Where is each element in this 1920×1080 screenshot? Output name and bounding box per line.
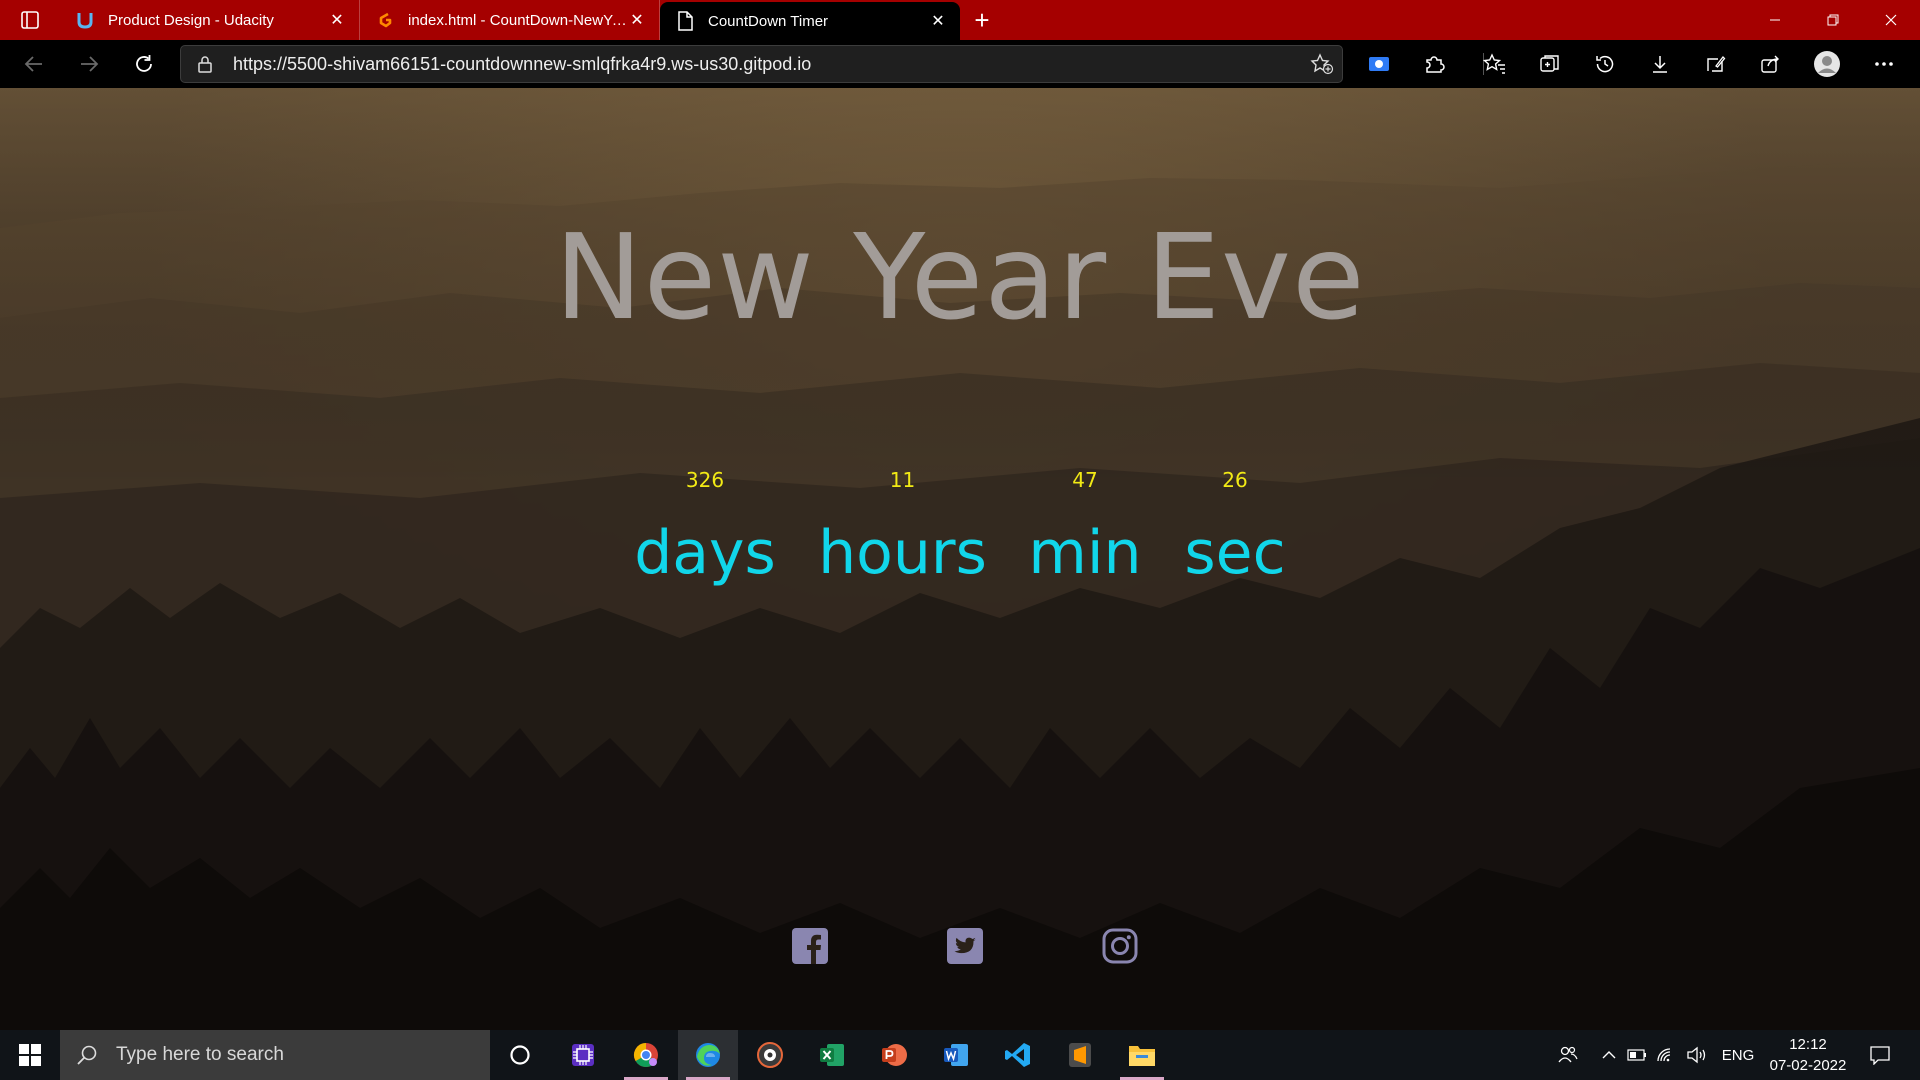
countdown-days: 326 days — [625, 468, 785, 588]
battery-icon[interactable] — [1624, 1030, 1650, 1080]
settings-more-icon[interactable] — [1870, 50, 1898, 78]
sublime-icon[interactable] — [1050, 1030, 1110, 1080]
hours-value: 11 — [889, 468, 916, 492]
excel-icon[interactable] — [802, 1030, 862, 1080]
close-icon[interactable]: ✕ — [327, 10, 347, 30]
people-icon[interactable] — [1552, 1030, 1584, 1080]
close-icon[interactable]: ✕ — [627, 10, 647, 30]
gitpod-icon — [374, 9, 396, 31]
taskbar-clock[interactable]: 12:12 07-02-2022 — [1763, 1034, 1853, 1076]
close-icon[interactable]: ✕ — [928, 11, 948, 31]
minutes-label: min — [1028, 518, 1142, 588]
page-title: New Year Eve — [554, 208, 1366, 346]
seconds-value: 26 — [1222, 468, 1248, 492]
input-language-indicator[interactable]: ENG — [1718, 1030, 1758, 1080]
minimize-button[interactable] — [1746, 0, 1804, 40]
volume-icon[interactable] — [1682, 1030, 1712, 1080]
media-app-icon[interactable] — [740, 1030, 800, 1080]
windows-logo-icon — [19, 1044, 41, 1066]
tab-title: Product Design - Udacity — [108, 11, 274, 29]
lock-icon[interactable] — [197, 55, 219, 73]
edge-icon[interactable] — [678, 1030, 738, 1080]
wifi-icon[interactable] — [1652, 1030, 1680, 1080]
web-capture-icon[interactable] — [1701, 50, 1729, 78]
vscode-icon[interactable] — [988, 1030, 1048, 1080]
countdown-seconds: 26 sec — [1180, 468, 1290, 588]
tab-title: index.html - CountDown-NewYear — [408, 11, 627, 29]
powerpoint-icon[interactable] — [864, 1030, 924, 1080]
minutes-value: 47 — [1072, 468, 1098, 492]
twitter-icon[interactable] — [947, 928, 983, 964]
tab-udacity[interactable]: Product Design - Udacity ✕ — [60, 0, 360, 40]
countdown-hours: 11 hours — [810, 468, 995, 588]
file-explorer-icon[interactable] — [1112, 1030, 1172, 1080]
url-text: https://5500-shivam66151-countdownnew-sm… — [233, 53, 812, 74]
instagram-icon[interactable] — [1102, 928, 1138, 964]
collections-icon[interactable] — [1536, 50, 1564, 78]
clock-date: 07-02-2022 — [1769, 1057, 1847, 1074]
tab-bar: Product Design - Udacity ✕ index.html - … — [0, 0, 1920, 40]
extensions-icon[interactable] — [1420, 50, 1448, 78]
new-tab-button[interactable]: + — [960, 0, 1004, 40]
tab-gitpod[interactable]: index.html - CountDown-NewYear ✕ — [360, 0, 660, 40]
add-favorite-icon[interactable] — [1302, 53, 1342, 75]
countdown-minutes: 47 min — [1020, 468, 1150, 588]
share-icon[interactable] — [1756, 50, 1784, 78]
word-icon[interactable] — [926, 1030, 986, 1080]
refresh-button[interactable] — [122, 40, 166, 88]
seconds-label: sec — [1184, 518, 1286, 588]
days-label: days — [634, 518, 776, 588]
screen-capture-icon[interactable] — [1365, 50, 1393, 78]
history-icon[interactable] — [1591, 50, 1619, 78]
restore-button[interactable] — [1804, 0, 1862, 40]
forward-arrow-icon — [81, 56, 99, 72]
close-window-button[interactable] — [1862, 0, 1920, 40]
chrome-icon[interactable] — [616, 1030, 676, 1080]
udacity-icon — [74, 9, 96, 31]
url-field[interactable]: https://5500-shivam66151-countdownnew-sm… — [180, 45, 1343, 83]
start-button[interactable] — [0, 1030, 60, 1080]
window-controls — [1746, 0, 1920, 40]
tab-title: CountDown Timer — [708, 12, 829, 30]
show-hidden-icons-chevron-up-icon[interactable] — [1596, 1030, 1622, 1080]
facebook-icon[interactable] — [792, 928, 828, 964]
windows-taskbar: Type here to search ENG 12:12 07-02-2022 — [0, 1030, 1920, 1080]
days-value: 326 — [685, 468, 725, 492]
hours-label: hours — [818, 518, 987, 588]
refresh-icon — [136, 55, 152, 72]
page-viewport: New Year Eve 326 days 11 hours 47 min 26… — [0, 88, 1920, 1030]
back-button[interactable] — [12, 40, 56, 88]
search-placeholder: Type here to search — [116, 1044, 284, 1065]
tab-actions-icon — [21, 11, 39, 29]
taskbar-search-field[interactable]: Type here to search — [60, 1030, 490, 1080]
address-toolbar: https://5500-shivam66151-countdownnew-sm… — [0, 40, 1920, 88]
downloads-icon[interactable] — [1646, 50, 1674, 78]
notification-center-icon[interactable] — [1860, 1030, 1900, 1080]
tab-countdown-timer[interactable]: CountDown Timer ✕ — [660, 2, 960, 40]
back-arrow-icon — [24, 56, 42, 72]
search-icon — [76, 1044, 102, 1066]
chip-app-icon[interactable] — [553, 1030, 613, 1080]
social-links — [0, 928, 1920, 968]
page-icon — [674, 10, 696, 32]
favorites-icon[interactable] — [1481, 50, 1509, 78]
cortana-icon[interactable] — [490, 1030, 550, 1080]
profile-avatar[interactable] — [1813, 50, 1841, 78]
tab-actions-button[interactable] — [0, 0, 60, 40]
clock-time: 12:12 — [1789, 1036, 1827, 1053]
forward-button[interactable] — [67, 40, 111, 88]
